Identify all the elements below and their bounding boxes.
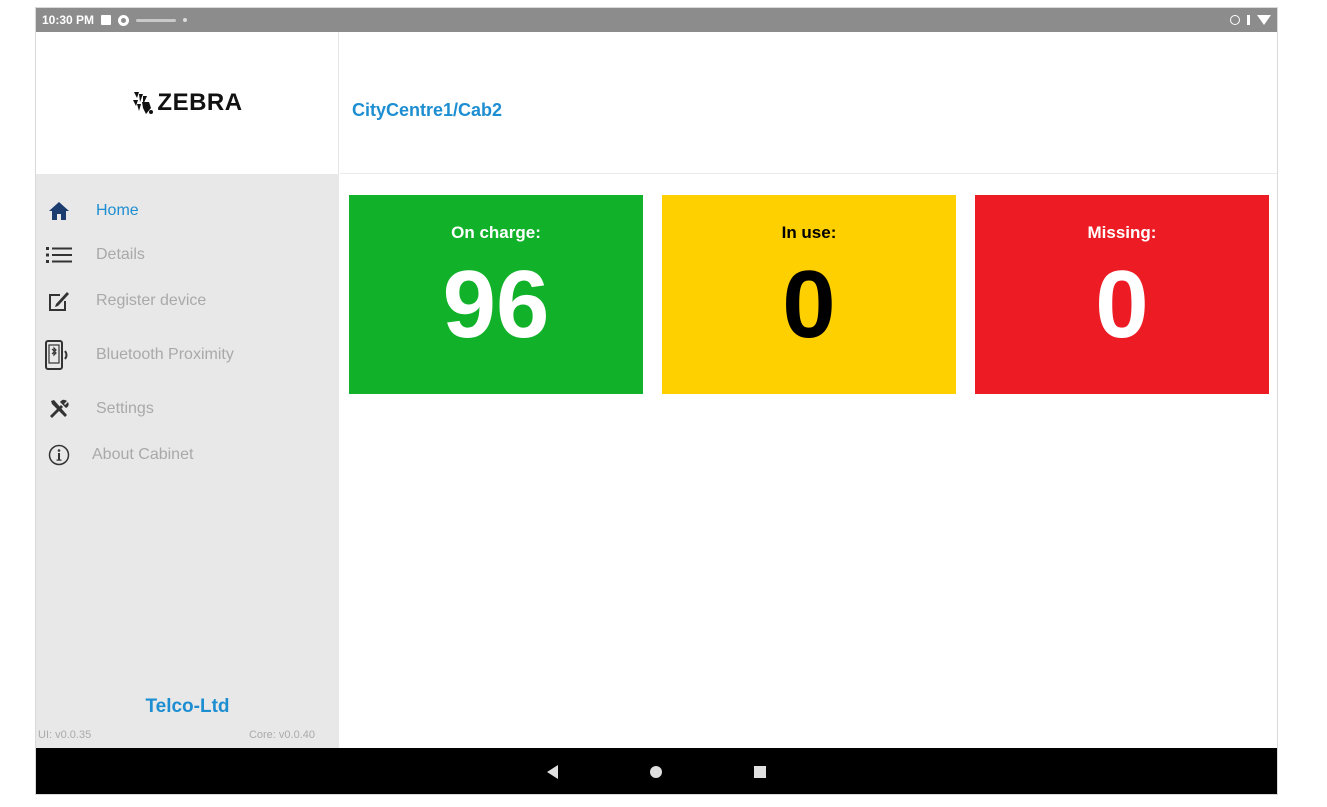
tile-value: 96 <box>442 251 550 358</box>
sidebar-item-settings[interactable]: Settings <box>44 392 154 426</box>
tile-in-use[interactable]: In use: 0 <box>662 195 956 394</box>
sidebar-item-label: Bluetooth Proximity <box>96 346 234 363</box>
back-button[interactable] <box>547 765 558 779</box>
breadcrumb: CityCentre1/Cab2 <box>352 100 503 120</box>
sidebar-item-home[interactable]: Home <box>44 194 139 228</box>
zebra-logo: ZEBRA <box>131 89 242 117</box>
status-bar: 10:30 PM <box>36 8 1277 32</box>
alarm-icon <box>1230 15 1240 25</box>
tile-missing[interactable]: Missing: 0 <box>975 195 1269 394</box>
logo-text: ZEBRA <box>157 89 243 116</box>
signal-icon <box>1247 15 1250 25</box>
home-icon <box>44 196 74 226</box>
info-icon <box>44 440 74 470</box>
sidebar-item-label: Home <box>96 202 139 219</box>
sidebar-item-details[interactable]: Details <box>44 238 145 272</box>
sidebar-item-label: Register device <box>96 292 207 309</box>
zebra-head-icon <box>133 92 154 114</box>
tenant-name: Telco-Ltd <box>145 696 230 717</box>
core-version: Core: v0.0.40 <box>248 729 315 741</box>
tile-value: 0 <box>1095 251 1149 358</box>
notification-icon <box>101 15 112 25</box>
wifi-icon <box>1257 15 1271 25</box>
tools-icon <box>44 394 74 424</box>
sidebar-item-about-cabinet[interactable]: About Cabinet <box>44 438 193 472</box>
edit-icon <box>44 286 74 316</box>
sidebar-item-bluetooth-proximity[interactable]: Bluetooth Proximity <box>44 338 234 372</box>
tile-label: Missing: <box>1087 223 1157 242</box>
ui-version: UI: v0.0.35 <box>38 729 92 741</box>
tile-value: 0 <box>782 251 836 358</box>
tile-label: In use: <box>781 223 837 242</box>
sidebar: Home Details Register device Bluetooth P… <box>36 174 339 748</box>
system-nav-bar <box>36 748 1277 794</box>
header: CityCentre1/Cab2 <box>340 32 1277 174</box>
sidebar-item-label: Settings <box>96 400 154 417</box>
list-icon <box>44 240 74 270</box>
home-button[interactable] <box>650 766 662 778</box>
sidebar-item-register-device[interactable]: Register device <box>44 284 206 318</box>
device-screen: 10:30 PM ZEBRA CityCentre1/Cab2 Home Det… <box>35 7 1278 795</box>
notification-text-placeholder <box>136 18 177 22</box>
recent-apps-button[interactable] <box>754 766 766 778</box>
tile-on-charge[interactable]: On charge: 96 <box>349 195 643 394</box>
logo-area: ZEBRA <box>36 32 339 174</box>
dot-icon <box>183 18 188 22</box>
sidebar-item-label: About Cabinet <box>92 446 194 463</box>
bluetooth-proximity-icon <box>44 340 74 370</box>
sidebar-item-label: Details <box>96 246 145 263</box>
gear-icon <box>118 14 130 26</box>
status-time: 10:30 PM <box>42 13 95 27</box>
tile-label: On charge: <box>451 223 541 242</box>
